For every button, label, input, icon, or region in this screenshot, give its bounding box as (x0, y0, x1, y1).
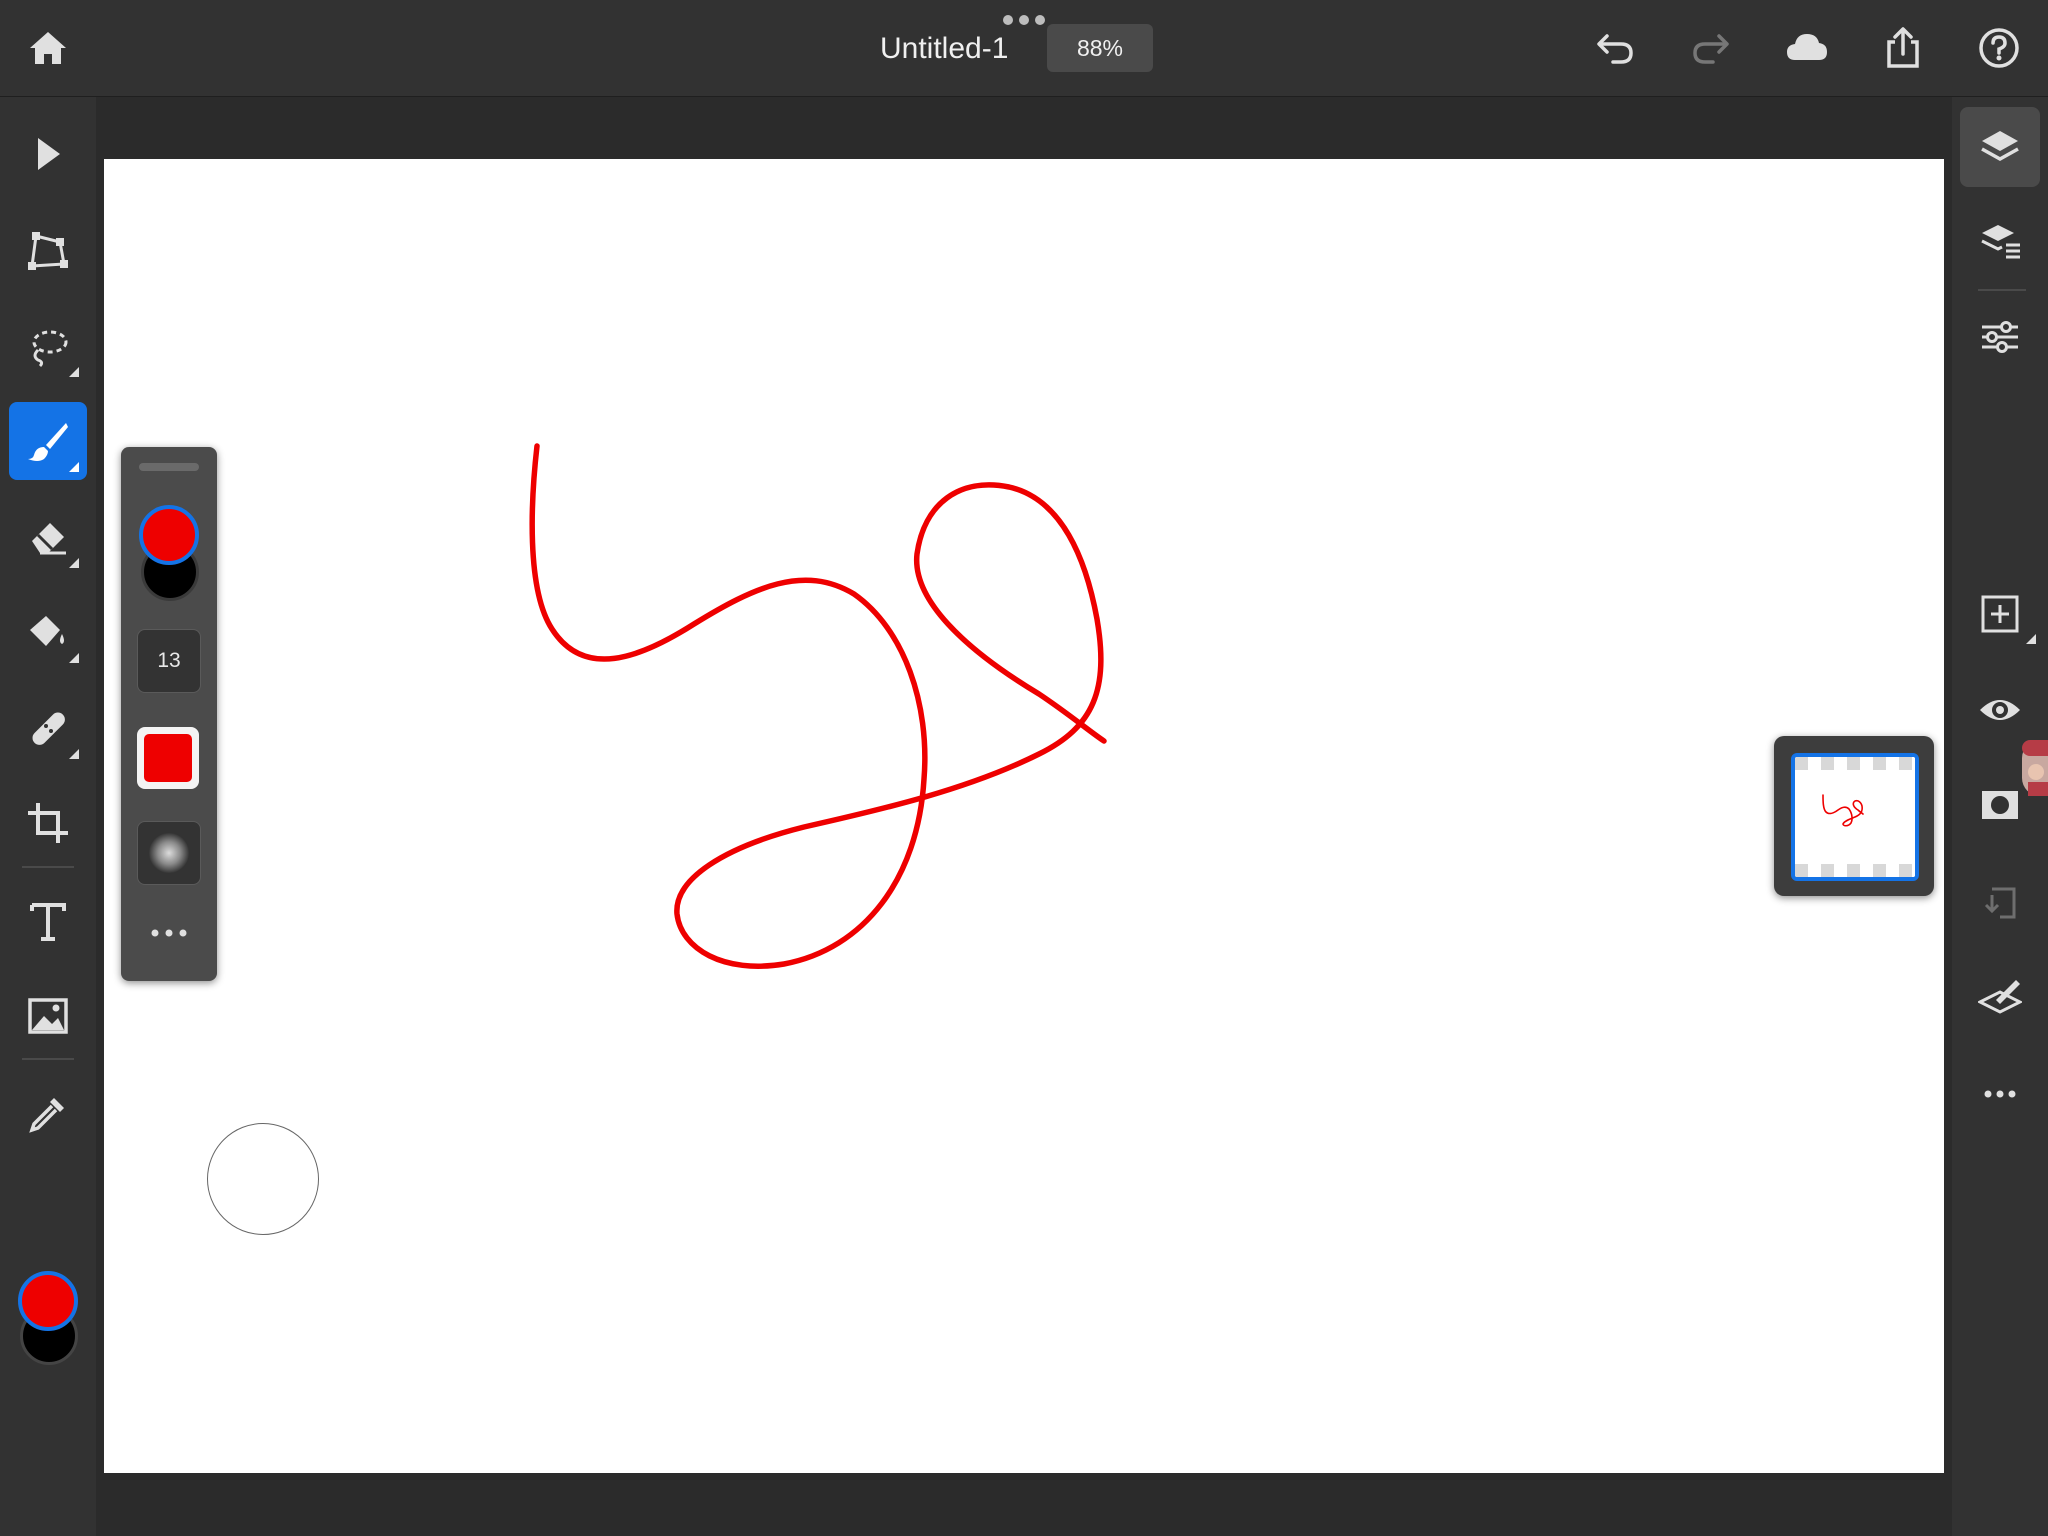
place-image-tool[interactable] (9, 977, 87, 1055)
top-bar: Untitled-1 88% (0, 0, 2048, 97)
brush-color-swatch (144, 734, 192, 782)
eraser-tool[interactable] (9, 498, 87, 576)
home-button[interactable] (20, 20, 76, 76)
type-icon (30, 903, 66, 941)
adjustments-button[interactable] (1960, 297, 2040, 377)
help-icon (1979, 28, 2019, 68)
toolbar-divider (22, 866, 74, 868)
panel-drag-handle[interactable] (139, 463, 199, 471)
canvas[interactable] (104, 159, 1944, 1473)
layer-properties-icon (1981, 225, 2020, 259)
arrow-pointer-icon (38, 138, 60, 170)
layers-icon (1981, 131, 2019, 162)
panel-more-icon[interactable] (145, 921, 193, 945)
undo-button[interactable] (1587, 20, 1643, 76)
home-icon (30, 32, 66, 64)
submenu-indicator (2026, 634, 2036, 644)
eyedropper-tool[interactable] (9, 1075, 87, 1153)
layer-thumbnail[interactable] (1791, 753, 1919, 881)
eyedropper-icon (29, 1098, 64, 1133)
healing-tool[interactable] (9, 689, 87, 767)
cloud-icon (1787, 34, 1827, 60)
brush-stroke (529, 443, 1107, 969)
submenu-indicator (69, 558, 79, 568)
lasso-tool[interactable] (9, 307, 87, 385)
mask-icon (1982, 791, 2018, 819)
layer-properties-button[interactable] (1960, 201, 2040, 281)
help-button[interactable] (1971, 20, 2027, 76)
merge-down-button[interactable] (1960, 863, 2040, 943)
toolbar-divider (22, 1058, 74, 1060)
layer-thumbnail-panel (1774, 736, 1934, 896)
cloud-button[interactable] (1779, 20, 1835, 76)
canvas-drawing[interactable] (104, 159, 1944, 1473)
brush-settings-panel: 13 (121, 447, 217, 981)
submenu-indicator (69, 367, 79, 377)
submenu-indicator (69, 653, 79, 663)
brush-icon (28, 423, 68, 461)
submenu-indicator (69, 462, 79, 472)
eraser-icon (32, 523, 66, 555)
brush-softness-preview (149, 833, 189, 873)
add-layer-button[interactable] (1960, 574, 2040, 654)
crop-tool[interactable] (9, 784, 87, 862)
lasso-icon (32, 330, 68, 368)
more-options-button[interactable] (1960, 1054, 2040, 1134)
clear-layer-icon (1978, 980, 2022, 1014)
fill-tool[interactable] (9, 593, 87, 671)
panel-foreground-color[interactable] (139, 505, 199, 565)
toolbar-divider (1978, 289, 2026, 291)
drag-handle-icon[interactable] (1000, 14, 1048, 26)
layers-button[interactable] (1960, 107, 2040, 187)
brush-cursor-outline (207, 1123, 319, 1235)
type-tool[interactable] (9, 882, 87, 960)
right-toolbar (1952, 97, 2048, 1536)
submenu-indicator (69, 749, 79, 759)
redo-button[interactable] (1683, 20, 1739, 76)
color-swatches[interactable] (16, 1269, 80, 1365)
sliders-icon (1982, 321, 2018, 353)
bandage-icon (32, 712, 65, 745)
undo-icon (1597, 34, 1633, 64)
brush-color-button[interactable] (137, 727, 199, 789)
brush-softness-button[interactable] (137, 821, 201, 885)
add-layer-icon (1981, 595, 2019, 633)
merge-down-icon (1984, 887, 2016, 919)
zoom-level[interactable]: 88% (1047, 24, 1153, 72)
document-title[interactable]: Untitled-1 (880, 28, 1008, 70)
share-button[interactable] (1875, 20, 1931, 76)
paint-bucket-icon (30, 616, 64, 646)
foreground-color-swatch[interactable] (18, 1271, 78, 1331)
image-icon (28, 998, 68, 1034)
clear-layer-button[interactable] (1960, 958, 2040, 1038)
crop-icon (28, 803, 68, 843)
layer-thumbnail-preview (1822, 794, 1864, 827)
brush-size-button[interactable]: 13 (137, 629, 201, 693)
brush-tool[interactable] (9, 402, 87, 480)
avatar[interactable] (2018, 738, 2048, 798)
transform-icon (28, 232, 68, 270)
eye-icon (1980, 700, 2020, 720)
select-tool[interactable] (9, 115, 87, 193)
transform-tool[interactable] (9, 211, 87, 289)
share-icon (1887, 27, 1919, 68)
left-toolbar (0, 97, 96, 1536)
more-icon (1984, 1090, 2016, 1098)
panel-color-swatches[interactable] (137, 503, 201, 603)
redo-icon (1693, 34, 1729, 64)
